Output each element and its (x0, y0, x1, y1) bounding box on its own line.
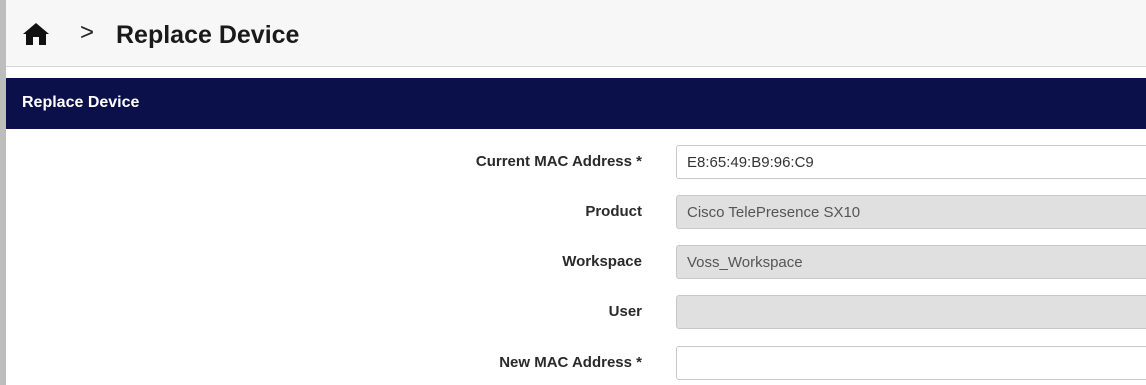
user-row: User (6, 295, 1146, 331)
product-label: Product (585, 203, 642, 220)
panel-title: Replace Device (22, 94, 140, 111)
new-mac-input[interactable] (676, 346, 1146, 380)
workspace-label: Workspace (562, 253, 642, 270)
new-mac-row: New MAC Address * (6, 346, 1146, 382)
product-row: Product (6, 195, 1146, 231)
replace-device-form: Current MAC Address * Product Workspace … (6, 129, 1146, 385)
page-header: > Replace Device (6, 0, 1146, 67)
user-label: User (608, 303, 642, 320)
current-mac-input[interactable] (676, 145, 1146, 179)
current-mac-label: Current MAC Address * (475, 153, 642, 170)
panel-header: Replace Device (6, 78, 1146, 129)
breadcrumb-separator-icon: > (80, 19, 95, 46)
page-title: Replace Device (116, 21, 300, 49)
current-mac-row: Current MAC Address * (6, 145, 1146, 181)
home-icon[interactable] (22, 22, 50, 46)
workspace-row: Workspace (6, 245, 1146, 281)
workspace-field (676, 245, 1146, 279)
replace-device-page: > Replace Device Replace Device Current … (0, 0, 1146, 385)
user-field (676, 295, 1146, 329)
new-mac-label: New MAC Address * (499, 354, 642, 371)
product-field (676, 195, 1146, 229)
